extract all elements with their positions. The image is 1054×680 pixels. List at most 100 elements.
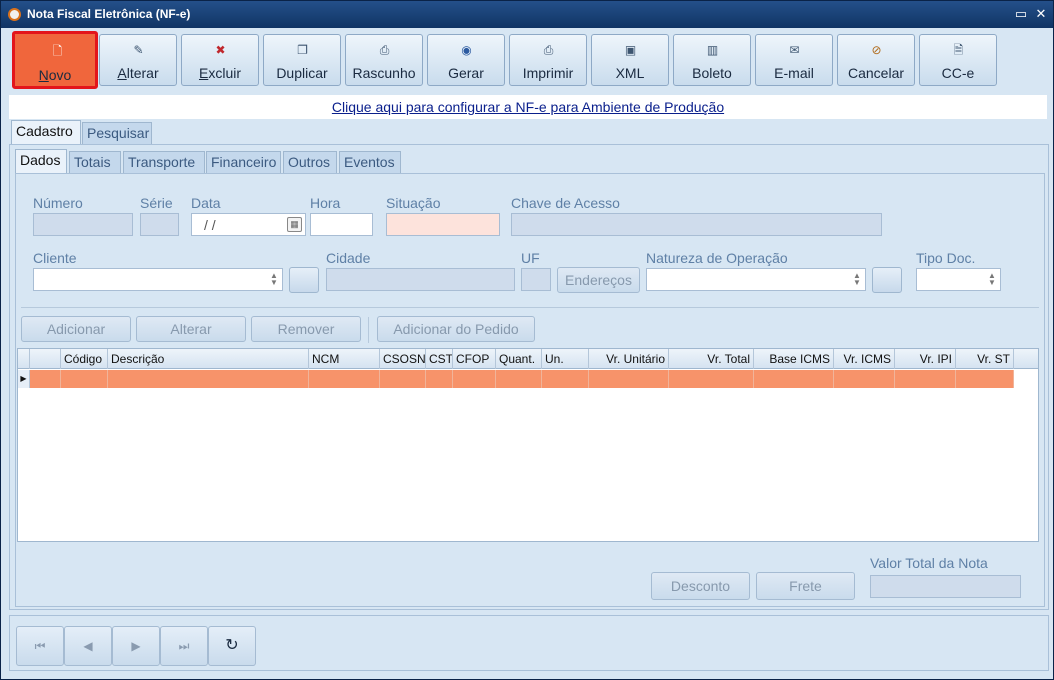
- refresh-icon[interactable]: ↻: [208, 626, 256, 666]
- imprimir-label: Imprimir: [522, 65, 574, 81]
- duplicate-icon: ❐: [297, 43, 308, 57]
- cce-label: CC-e: [941, 65, 975, 81]
- hora-field[interactable]: [310, 213, 373, 236]
- calendar-icon[interactable]: ▦: [287, 217, 302, 232]
- col-cfop[interactable]: CFOP: [453, 349, 496, 369]
- valor-total-field: [870, 575, 1021, 598]
- remover-item-button[interactable]: Remover: [251, 316, 361, 342]
- first-record-icon[interactable]: ⏮: [16, 626, 64, 666]
- printer-icon: ⎙: [543, 43, 554, 57]
- adicionar-pedido-button[interactable]: Adicionar do Pedido: [377, 316, 535, 342]
- tab-dados[interactable]: Dados: [15, 149, 67, 173]
- uf-label: UF: [521, 250, 540, 266]
- next-record-icon[interactable]: ▶: [112, 626, 160, 666]
- restore-icon[interactable]: ▭: [1013, 6, 1029, 22]
- imprimir-button[interactable]: ⎙ Imprimir: [509, 34, 587, 86]
- window-title: Nota Fiscal Eletrônica (NF-e): [27, 7, 191, 21]
- excluir-accel: E: [198, 65, 209, 81]
- row-indicator-icon: ▶: [18, 370, 30, 388]
- draft-icon: ⎙: [379, 43, 390, 57]
- last-record-icon[interactable]: ⏭: [160, 626, 208, 666]
- col-vr-total[interactable]: Vr. Total: [669, 349, 754, 369]
- serie-label: Série: [140, 195, 173, 211]
- rascunho-label: Rascunho: [352, 65, 416, 81]
- cce-button[interactable]: 🗎 CC-e: [919, 34, 997, 86]
- nfe-window: Nota Fiscal Eletrônica (NF-e) ▭ ✕ 🗋 Novo…: [0, 0, 1054, 680]
- cliente-lookup-button[interactable]: [289, 267, 319, 293]
- col-vr-ipi[interactable]: Vr. IPI: [895, 349, 956, 369]
- tab-pesquisar[interactable]: Pesquisar: [82, 122, 152, 144]
- cidade-label: Cidade: [326, 250, 371, 266]
- boleto-button[interactable]: ▥ Boleto: [673, 34, 751, 86]
- excluir-button[interactable]: ✖ Excluir: [181, 34, 259, 86]
- col-ncm[interactable]: NCM: [309, 349, 380, 369]
- col-base-icms[interactable]: Base ICMS: [754, 349, 834, 369]
- col-cst[interactable]: CST: [426, 349, 453, 369]
- generate-icon: ◉: [461, 43, 472, 57]
- previous-record-icon[interactable]: ◀: [64, 626, 112, 666]
- col-descricao[interactable]: Descrição: [108, 349, 309, 369]
- gerar-label: Gerar: [448, 65, 484, 81]
- col-quant[interactable]: Quant.: [496, 349, 542, 369]
- uf-field[interactable]: [521, 268, 551, 291]
- data-label: Data: [191, 195, 221, 211]
- col-codigo[interactable]: Código: [61, 349, 108, 369]
- hora-label: Hora: [310, 195, 341, 211]
- cancel-icon: ⊘: [871, 43, 882, 57]
- items-grid[interactable]: Código Descrição NCM CSOSN CST CFOP Quan…: [17, 348, 1039, 542]
- grid-header: Código Descrição NCM CSOSN CST CFOP Quan…: [18, 349, 1038, 369]
- button-divider: [368, 317, 369, 343]
- situacao-label: Situação: [386, 195, 441, 211]
- numero-label: Número: [33, 195, 83, 211]
- tab-totais[interactable]: Totais: [69, 151, 121, 173]
- rascunho-button[interactable]: ⎙ Rascunho: [345, 34, 423, 86]
- cliente-select[interactable]: ▲ ▼: [33, 268, 283, 291]
- col-csosn[interactable]: CSOSN: [380, 349, 426, 369]
- tab-transporte[interactable]: Transporte: [123, 151, 205, 173]
- email-button[interactable]: ✉ E-mail: [755, 34, 833, 86]
- novo-accel: N: [38, 67, 49, 83]
- alterar-item-button[interactable]: Alterar: [136, 316, 246, 342]
- delete-document-icon: ✖: [215, 43, 226, 57]
- duplicar-button[interactable]: ❐ Duplicar: [263, 34, 341, 86]
- data-field[interactable]: / / ▦: [191, 213, 306, 236]
- tab-eventos[interactable]: Eventos: [339, 151, 401, 173]
- close-icon[interactable]: ✕: [1033, 6, 1049, 22]
- alterar-button[interactable]: ✎ Alterar: [99, 34, 177, 86]
- table-row[interactable]: [30, 370, 1014, 388]
- data-value: / /: [204, 217, 216, 233]
- chave-acesso-field[interactable]: [511, 213, 882, 236]
- xml-button[interactable]: ▣ XML: [591, 34, 669, 86]
- chevron-updown-icon: ▲ ▼: [270, 271, 278, 287]
- novo-label: ovo: [48, 67, 72, 83]
- app-icon: [8, 8, 21, 21]
- envelope-icon: ✉: [789, 43, 800, 57]
- tipo-doc-select[interactable]: ▲ ▼: [916, 268, 1001, 291]
- cancelar-button[interactable]: ⊘ Cancelar: [837, 34, 915, 86]
- frete-button[interactable]: Frete: [756, 572, 855, 600]
- col-un[interactable]: Un.: [542, 349, 589, 369]
- natureza-lookup-button[interactable]: [872, 267, 902, 293]
- alterar-accel: A: [117, 65, 127, 81]
- cidade-field[interactable]: [326, 268, 515, 291]
- tab-cadastro[interactable]: Cadastro: [11, 120, 81, 144]
- desconto-button[interactable]: Desconto: [651, 572, 750, 600]
- enderecos-button[interactable]: Endereços: [557, 267, 640, 293]
- chevron-updown-icon: ▲ ▼: [853, 271, 861, 287]
- natureza-operacao-select[interactable]: ▲ ▼: [646, 268, 866, 291]
- gerar-button[interactable]: ◉ Gerar: [427, 34, 505, 86]
- tab-financeiro[interactable]: Financeiro: [206, 151, 281, 173]
- numero-field[interactable]: [33, 213, 133, 236]
- serie-field[interactable]: [140, 213, 179, 236]
- tab-outros[interactable]: Outros: [283, 151, 337, 173]
- config-production-link[interactable]: Clique aqui para configurar a NF-e para …: [332, 99, 724, 115]
- novo-button[interactable]: 🗋 Novo: [12, 31, 98, 89]
- xml-label: XML: [615, 65, 645, 81]
- adicionar-item-button[interactable]: Adicionar: [21, 316, 131, 342]
- col-vr-unitario[interactable]: Vr. Unitário: [589, 349, 669, 369]
- excluir-label: xcluir: [208, 65, 241, 81]
- col-vr-icms[interactable]: Vr. ICMS: [834, 349, 895, 369]
- col-vr-st[interactable]: Vr. ST: [956, 349, 1014, 369]
- title-bar: Nota Fiscal Eletrônica (NF-e) ▭ ✕: [1, 1, 1053, 28]
- edit-pencil-icon: ✎: [133, 43, 144, 57]
